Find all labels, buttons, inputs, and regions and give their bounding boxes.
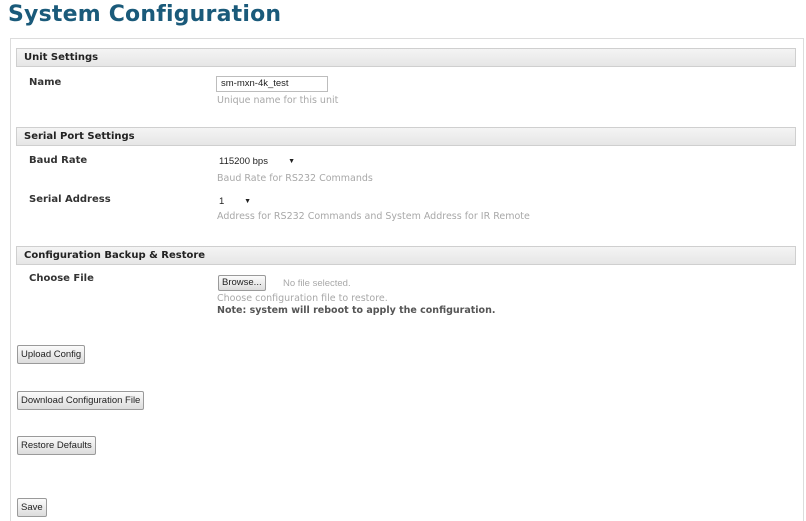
- chevron-down-icon: ▼: [244, 198, 251, 205]
- page-title: System Configuration: [8, 2, 282, 27]
- upload-config-button[interactable]: Upload Config: [17, 345, 86, 364]
- name-hint: Unique name for this unit: [217, 95, 339, 106]
- section-header-serial-port: Serial Port Settings: [16, 127, 796, 146]
- settings-panel: [10, 38, 804, 521]
- file-status: No file selected.: [283, 278, 351, 289]
- name-label: Name: [29, 77, 62, 88]
- choose-file-hint: Choose configuration file to restore.: [217, 293, 388, 304]
- restore-defaults-button[interactable]: Restore Defaults: [17, 436, 96, 455]
- serial-address-select[interactable]: 1 ▼: [216, 194, 254, 209]
- save-button[interactable]: Save: [17, 498, 47, 517]
- baud-rate-value: 115200 bps: [219, 156, 268, 167]
- section-header-unit-settings: Unit Settings: [16, 48, 796, 67]
- section-header-backup-restore: Configuration Backup & Restore: [16, 246, 796, 265]
- baud-rate-label: Baud Rate: [29, 155, 88, 166]
- download-config-button[interactable]: Download Configuration File: [17, 391, 145, 410]
- browse-button[interactable]: Browse...: [218, 275, 266, 291]
- name-input[interactable]: sm-mxn-4k_test: [216, 76, 328, 92]
- serial-address-label: Serial Address: [29, 194, 111, 205]
- serial-address-value: 1: [219, 196, 225, 207]
- reboot-note: Note: system will reboot to apply the co…: [217, 305, 496, 316]
- baud-rate-hint: Baud Rate for RS232 Commands: [217, 173, 373, 184]
- choose-file-label: Choose File: [29, 273, 94, 284]
- chevron-down-icon: ▼: [288, 158, 295, 165]
- baud-rate-select[interactable]: 115200 bps ▼: [216, 154, 298, 169]
- serial-address-hint: Address for RS232 Commands and System Ad…: [217, 211, 530, 222]
